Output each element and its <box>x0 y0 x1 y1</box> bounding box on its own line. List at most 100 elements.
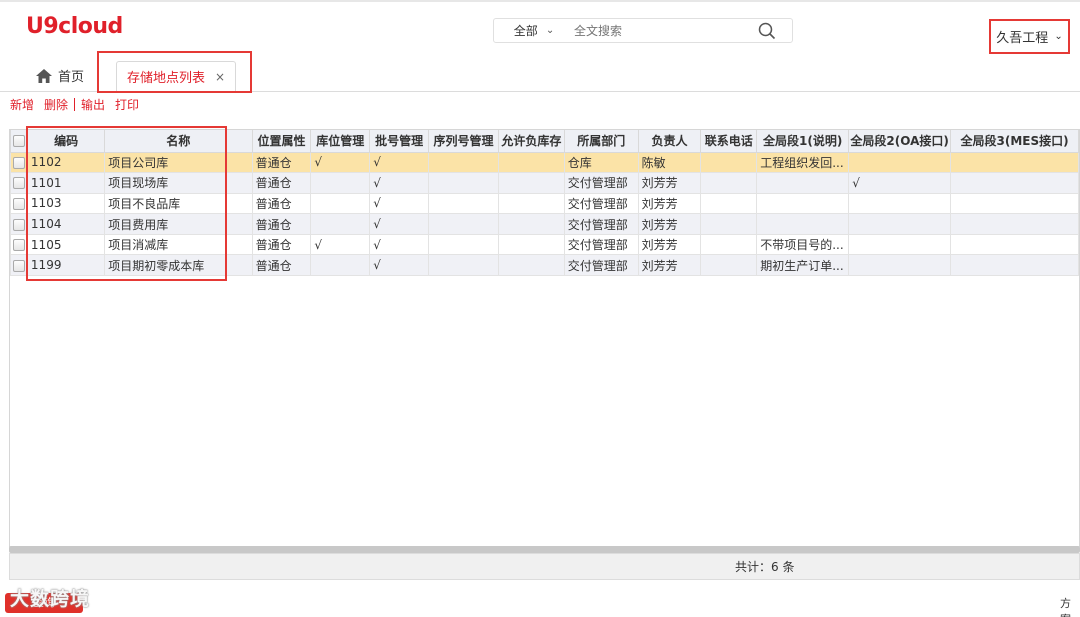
new-button[interactable]: 新增 <box>10 96 34 113</box>
cell-batch: √ <box>369 172 430 194</box>
cell-g1: 期初生产订单... <box>756 254 850 277</box>
row-checkbox[interactable] <box>10 172 28 194</box>
print-button[interactable]: 打印 <box>115 96 139 113</box>
toolbar: 新增 删除 输出 打印 <box>10 96 149 113</box>
search-scope-label: 全部 <box>513 24 538 38</box>
cell-g1 <box>756 213 850 235</box>
cell-phone <box>700 233 758 256</box>
cell-attr: 普通仓 <box>251 151 312 174</box>
top-divider <box>0 0 1080 2</box>
cell-attr: 普通仓 <box>251 213 312 235</box>
cell-g3 <box>950 213 1079 235</box>
cell-neg <box>497 233 565 256</box>
select-all-checkbox[interactable] <box>10 130 28 153</box>
cell-loc <box>310 192 371 215</box>
cell-serial <box>428 151 499 174</box>
search-scope-select[interactable]: 全部 ⌄ <box>494 22 574 39</box>
cell-g1: 不带项目号的... <box>756 233 850 256</box>
row-checkbox[interactable] <box>10 213 28 235</box>
search-icon[interactable] <box>758 22 776 40</box>
export-button[interactable]: 输出 <box>81 96 105 113</box>
cell-phone <box>700 172 758 194</box>
tab-home[interactable]: 首页 <box>36 66 84 85</box>
chevron-down-icon: ⌄ <box>545 25 555 36</box>
cell-loc: √ <box>310 151 371 174</box>
cell-phone <box>700 213 758 235</box>
delete-button[interactable]: 删除 <box>44 96 68 113</box>
column-header[interactable]: 全局段2(OA接口) <box>848 130 952 153</box>
cell-g1 <box>756 172 850 194</box>
cell-serial <box>428 213 499 235</box>
row-checkbox[interactable] <box>10 151 28 174</box>
app-logo[interactable]: U9cloud <box>26 14 123 39</box>
cell-loc <box>310 172 371 194</box>
row-checkbox[interactable] <box>10 233 28 256</box>
column-header[interactable]: 联系电话 <box>700 130 758 153</box>
cell-serial <box>428 192 499 215</box>
cell-serial <box>428 233 499 256</box>
highlight-box-tab <box>97 51 252 93</box>
watermark: 大数跨境 <box>10 588 91 610</box>
bottom-bar <box>0 585 1080 617</box>
column-header[interactable]: 批号管理 <box>369 130 430 153</box>
cell-serial <box>428 172 499 194</box>
scheme-label[interactable]: 方案 <box>1060 595 1080 617</box>
horizontal-scrollbar[interactable] <box>9 546 1080 553</box>
row-checkbox[interactable] <box>10 192 28 215</box>
cell-g2 <box>848 254 952 277</box>
cell-batch: √ <box>369 192 430 215</box>
global-search: 全部 ⌄ <box>493 18 793 43</box>
cell-g3 <box>950 254 1079 277</box>
home-icon <box>36 68 52 83</box>
cell-serial <box>428 254 499 277</box>
highlight-box-columns <box>26 126 227 281</box>
cell-batch: √ <box>369 151 430 174</box>
cell-g2 <box>848 233 952 256</box>
cell-loc <box>310 254 371 277</box>
column-header[interactable]: 允许负库存 <box>497 130 565 153</box>
cell-phone <box>700 192 758 215</box>
cell-owner: 刘芳芳 <box>637 233 702 256</box>
cell-dept: 交付管理部 <box>563 233 639 256</box>
cell-g3 <box>950 151 1079 174</box>
cell-batch: √ <box>369 213 430 235</box>
cell-g2 <box>848 192 952 215</box>
cell-dept: 交付管理部 <box>563 213 639 235</box>
column-header[interactable]: 全局段3(MES接口) <box>950 130 1079 153</box>
column-header[interactable]: 所属部门 <box>563 130 639 153</box>
row-checkbox[interactable] <box>10 254 28 277</box>
cell-dept: 交付管理部 <box>563 172 639 194</box>
cell-attr: 普通仓 <box>251 254 312 277</box>
cell-g2 <box>848 213 952 235</box>
cell-g3 <box>950 192 1079 215</box>
cell-g3 <box>950 172 1079 194</box>
tab-home-label: 首页 <box>58 70 85 85</box>
cell-phone <box>700 254 758 277</box>
column-header[interactable]: 全局段1(说明) <box>756 130 850 153</box>
cell-neg <box>497 151 565 174</box>
search-input[interactable] <box>574 19 744 42</box>
cell-g2: √ <box>848 172 952 194</box>
cell-owner: 刘芳芳 <box>637 254 702 277</box>
org-selector[interactable]: 久吾工程 ⌄ <box>989 19 1070 54</box>
cell-dept: 交付管理部 <box>563 192 639 215</box>
column-header[interactable]: 位置属性 <box>251 130 312 153</box>
cell-g1: 工程组织发回... <box>756 151 850 174</box>
cell-g3 <box>950 233 1079 256</box>
grid-footer <box>9 553 1080 580</box>
chevron-down-icon: ⌄ <box>1054 31 1063 42</box>
total-count: 共计：6 条 <box>735 560 795 574</box>
cell-phone <box>700 151 758 174</box>
cell-neg <box>497 192 565 215</box>
column-header[interactable]: 序列号管理 <box>428 130 499 153</box>
column-header[interactable]: 库位管理 <box>310 130 371 153</box>
cell-attr: 普通仓 <box>251 192 312 215</box>
cell-g2 <box>848 151 952 174</box>
cell-dept: 仓库 <box>563 151 639 174</box>
cell-attr: 普通仓 <box>251 172 312 194</box>
cell-dept: 交付管理部 <box>563 254 639 277</box>
cell-loc <box>310 213 371 235</box>
cell-owner: 刘芳芳 <box>637 192 702 215</box>
org-label: 久吾工程 <box>996 31 1049 46</box>
column-header[interactable]: 负责人 <box>637 130 702 153</box>
